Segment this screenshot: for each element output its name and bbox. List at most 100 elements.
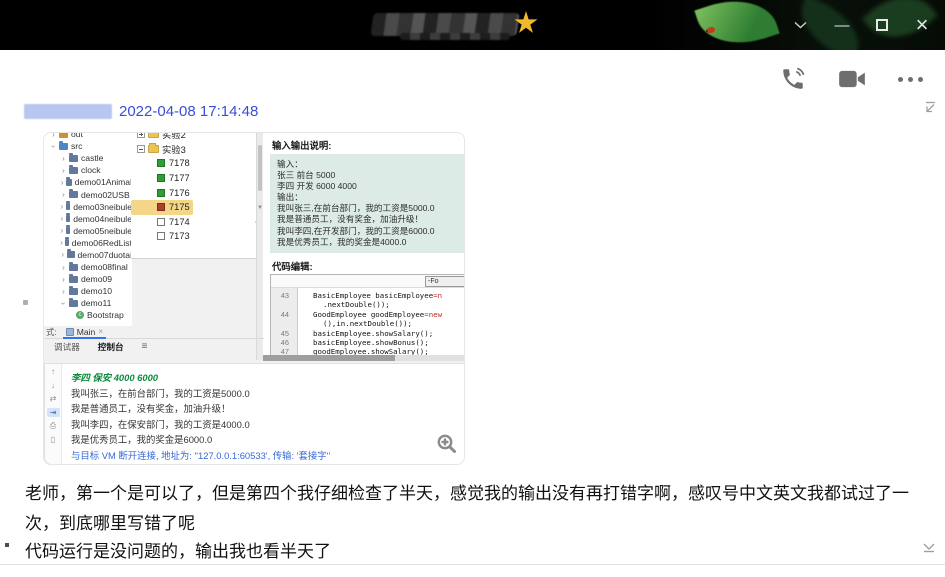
folder-icon — [65, 213, 71, 223]
problem-item[interactable]: 7174 — [131, 215, 262, 230]
chevron-right-icon: › — [60, 214, 64, 224]
tree-item[interactable]: › demo09 — [44, 273, 132, 285]
run-tab-main[interactable]: Main × — [62, 325, 107, 339]
titlebar-chevron-down-icon[interactable] — [783, 0, 817, 50]
close-button[interactable]: × — [905, 0, 939, 50]
collapse-minus-icon[interactable] — [137, 144, 145, 153]
java-class-icon: c — [76, 311, 84, 320]
console-panel: ↑ ↓ ⇄ ⇥ ⎙ ▯ 李四 保安 4000 6000 我叫张三，在前台部门，我… — [44, 363, 464, 464]
tree-item[interactable]: › demo02USB — [44, 188, 132, 200]
run-config-icon — [65, 327, 74, 336]
console-output-line: 我叫李四，在保安部门，我的工资是4000.0 — [71, 418, 250, 430]
close-tab-icon[interactable]: × — [98, 327, 103, 336]
chevron-right-icon: › — [60, 238, 63, 248]
soft-wrap-icon[interactable]: ⇄ — [47, 394, 60, 403]
io-line: 我叫李四,在开发部门，我的工资是6000.0 — [277, 225, 435, 236]
hamburger-menu-icon[interactable]: ≡ — [142, 341, 148, 352]
print-icon[interactable]: ⎙ — [47, 421, 60, 430]
tree-item[interactable]: › out — [44, 133, 132, 140]
arrow-up-icon[interactable]: ↑ — [47, 367, 60, 376]
input-area-divider — [0, 564, 945, 565]
scroll-to-end-icon[interactable]: ⇥ — [46, 407, 60, 417]
debug-tool-tabs: 调试器 控制台 ≡ — [44, 339, 264, 354]
video-call-icon[interactable] — [838, 68, 866, 90]
tree-item[interactable]: › src — [44, 140, 132, 152]
problem-group[interactable]: 实验2 — [131, 133, 262, 142]
editor-toolbar: -Fo — [271, 275, 464, 288]
chat-message: 代码运行是没问题的，输出我也看半天了 — [25, 542, 331, 561]
message-meta: 2022-04-08 17:14:48 — [24, 103, 258, 120]
tab-console[interactable]: 控制台 — [98, 341, 124, 353]
more-options-icon[interactable] — [898, 76, 923, 82]
horizontal-scrollbar[interactable] — [263, 355, 464, 361]
tree-item[interactable]: › clock — [44, 164, 132, 176]
folder-icon — [148, 133, 159, 139]
problem-item-selected[interactable]: 7175 — [131, 199, 193, 215]
code-line: 45 basicEmployee.showSalary(); — [280, 328, 434, 338]
scroll-to-bottom-icon[interactable] — [921, 541, 937, 560]
status-pass-icon — [157, 188, 165, 197]
chat-message: 老师，第一个是可以了，但是第四个我仔细检查了半天，感觉我的输出没有再打错字啊，感… — [25, 484, 909, 533]
console-output-line: 我是普通员工，没有奖金，加油升级！ — [71, 403, 231, 415]
scrollbar-handle[interactable] — [258, 145, 262, 191]
chevron-right-icon: › — [52, 133, 55, 139]
console-system-line: 与目标 VM 断开连接, 地址为: ''127.0.0.1:60533', 传输… — [71, 449, 331, 461]
folder-icon — [69, 273, 78, 283]
status-pass-icon — [157, 174, 165, 183]
tree-item[interactable]: › demo10 — [44, 285, 132, 297]
chevron-right-icon: › — [62, 274, 65, 284]
problem-description-panel: 输入输出说明: 输入： 张三 前台 5000 李四 开发 6000 4000 输… — [263, 133, 464, 360]
tree-item[interactable]: › demo05neibule — [44, 225, 132, 237]
image-zoom-icon[interactable] — [436, 433, 458, 460]
problem-item[interactable]: 7173 — [131, 229, 262, 244]
folder-open-icon — [148, 142, 159, 153]
console-output-line: 我叫张三，在前台部门，我的工资是5000.0 — [71, 387, 250, 399]
leaf-image — [694, 0, 780, 50]
tab-debugger[interactable]: 调试器 — [54, 341, 80, 353]
tree-item[interactable]: c Bootstrap — [44, 309, 132, 321]
maximize-icon — [876, 19, 888, 31]
arrow-down-icon[interactable]: ↓ — [47, 381, 60, 390]
code-line: 44 GoodEmployee goodEmployee=new — [280, 309, 443, 319]
io-line: 我叫张三,在前台部门，我的工资是5000.0 — [277, 203, 435, 214]
chat-image-message[interactable]: › out › src › castle › clock › demo01Animal ›… — [43, 132, 465, 465]
chevron-right-icon: › — [62, 165, 65, 175]
problem-item[interactable]: 7176 — [131, 185, 262, 200]
clear-console-icon[interactable]: ▯ — [47, 435, 60, 444]
problem-item[interactable]: 7178 — [131, 156, 262, 171]
tree-item[interactable]: › demo01Animal — [44, 176, 132, 188]
folder-icon — [69, 164, 78, 174]
console-output: 李四 保安 4000 6000 我叫张三，在前台部门，我的工资是5000.0 我… — [71, 370, 460, 464]
chevron-right-icon: › — [60, 226, 64, 236]
tree-item[interactable]: › demo11 — [44, 297, 132, 309]
maximize-button[interactable] — [865, 0, 899, 50]
status-fail-icon — [157, 203, 165, 212]
voice-call-icon[interactable] — [780, 66, 806, 92]
font-dropdown[interactable]: -Fo — [425, 276, 464, 287]
collapse-chat-icon[interactable] — [923, 100, 937, 119]
scrollbar-handle[interactable] — [263, 355, 395, 361]
tree-item[interactable]: › demo04neibule — [44, 213, 132, 225]
code-line: .nextDouble()); — [323, 300, 390, 310]
editor-body[interactable]: 43 BasicEmployee basicEmployee=n .nextDou… — [271, 288, 464, 357]
tree-item[interactable]: › castle — [44, 152, 132, 164]
problem-item[interactable]: 7177 — [131, 171, 262, 186]
folder-icon — [66, 176, 72, 186]
problem-group[interactable]: 实验3 — [131, 142, 262, 157]
expand-plus-icon[interactable] — [137, 133, 145, 139]
io-spec-heading: 输入输出说明: — [272, 140, 332, 151]
chevron-down-icon: › — [59, 302, 68, 305]
code-editor[interactable]: -Fo 43 BasicEmployee basicEmployee=n .nex… — [270, 274, 464, 358]
tree-item[interactable]: › demo07duotai — [44, 249, 132, 261]
tree-item[interactable]: › demo06RedList — [44, 237, 132, 249]
chevron-right-icon: › — [62, 286, 65, 296]
folder-icon — [59, 133, 68, 138]
tree-item[interactable]: › demo08final — [44, 261, 132, 273]
io-line: 我是普通员工，没有奖金，加油升级！ — [277, 214, 424, 225]
chevron-right-icon: › — [60, 177, 64, 187]
minimize-button[interactable]: — — [825, 0, 859, 50]
io-line: 李四 开发 6000 4000 — [277, 181, 357, 192]
tree-item[interactable]: › demo03neibule — [44, 201, 132, 213]
folder-icon — [69, 285, 78, 295]
console-input-line: 李四 保安 4000 6000 — [71, 372, 159, 383]
